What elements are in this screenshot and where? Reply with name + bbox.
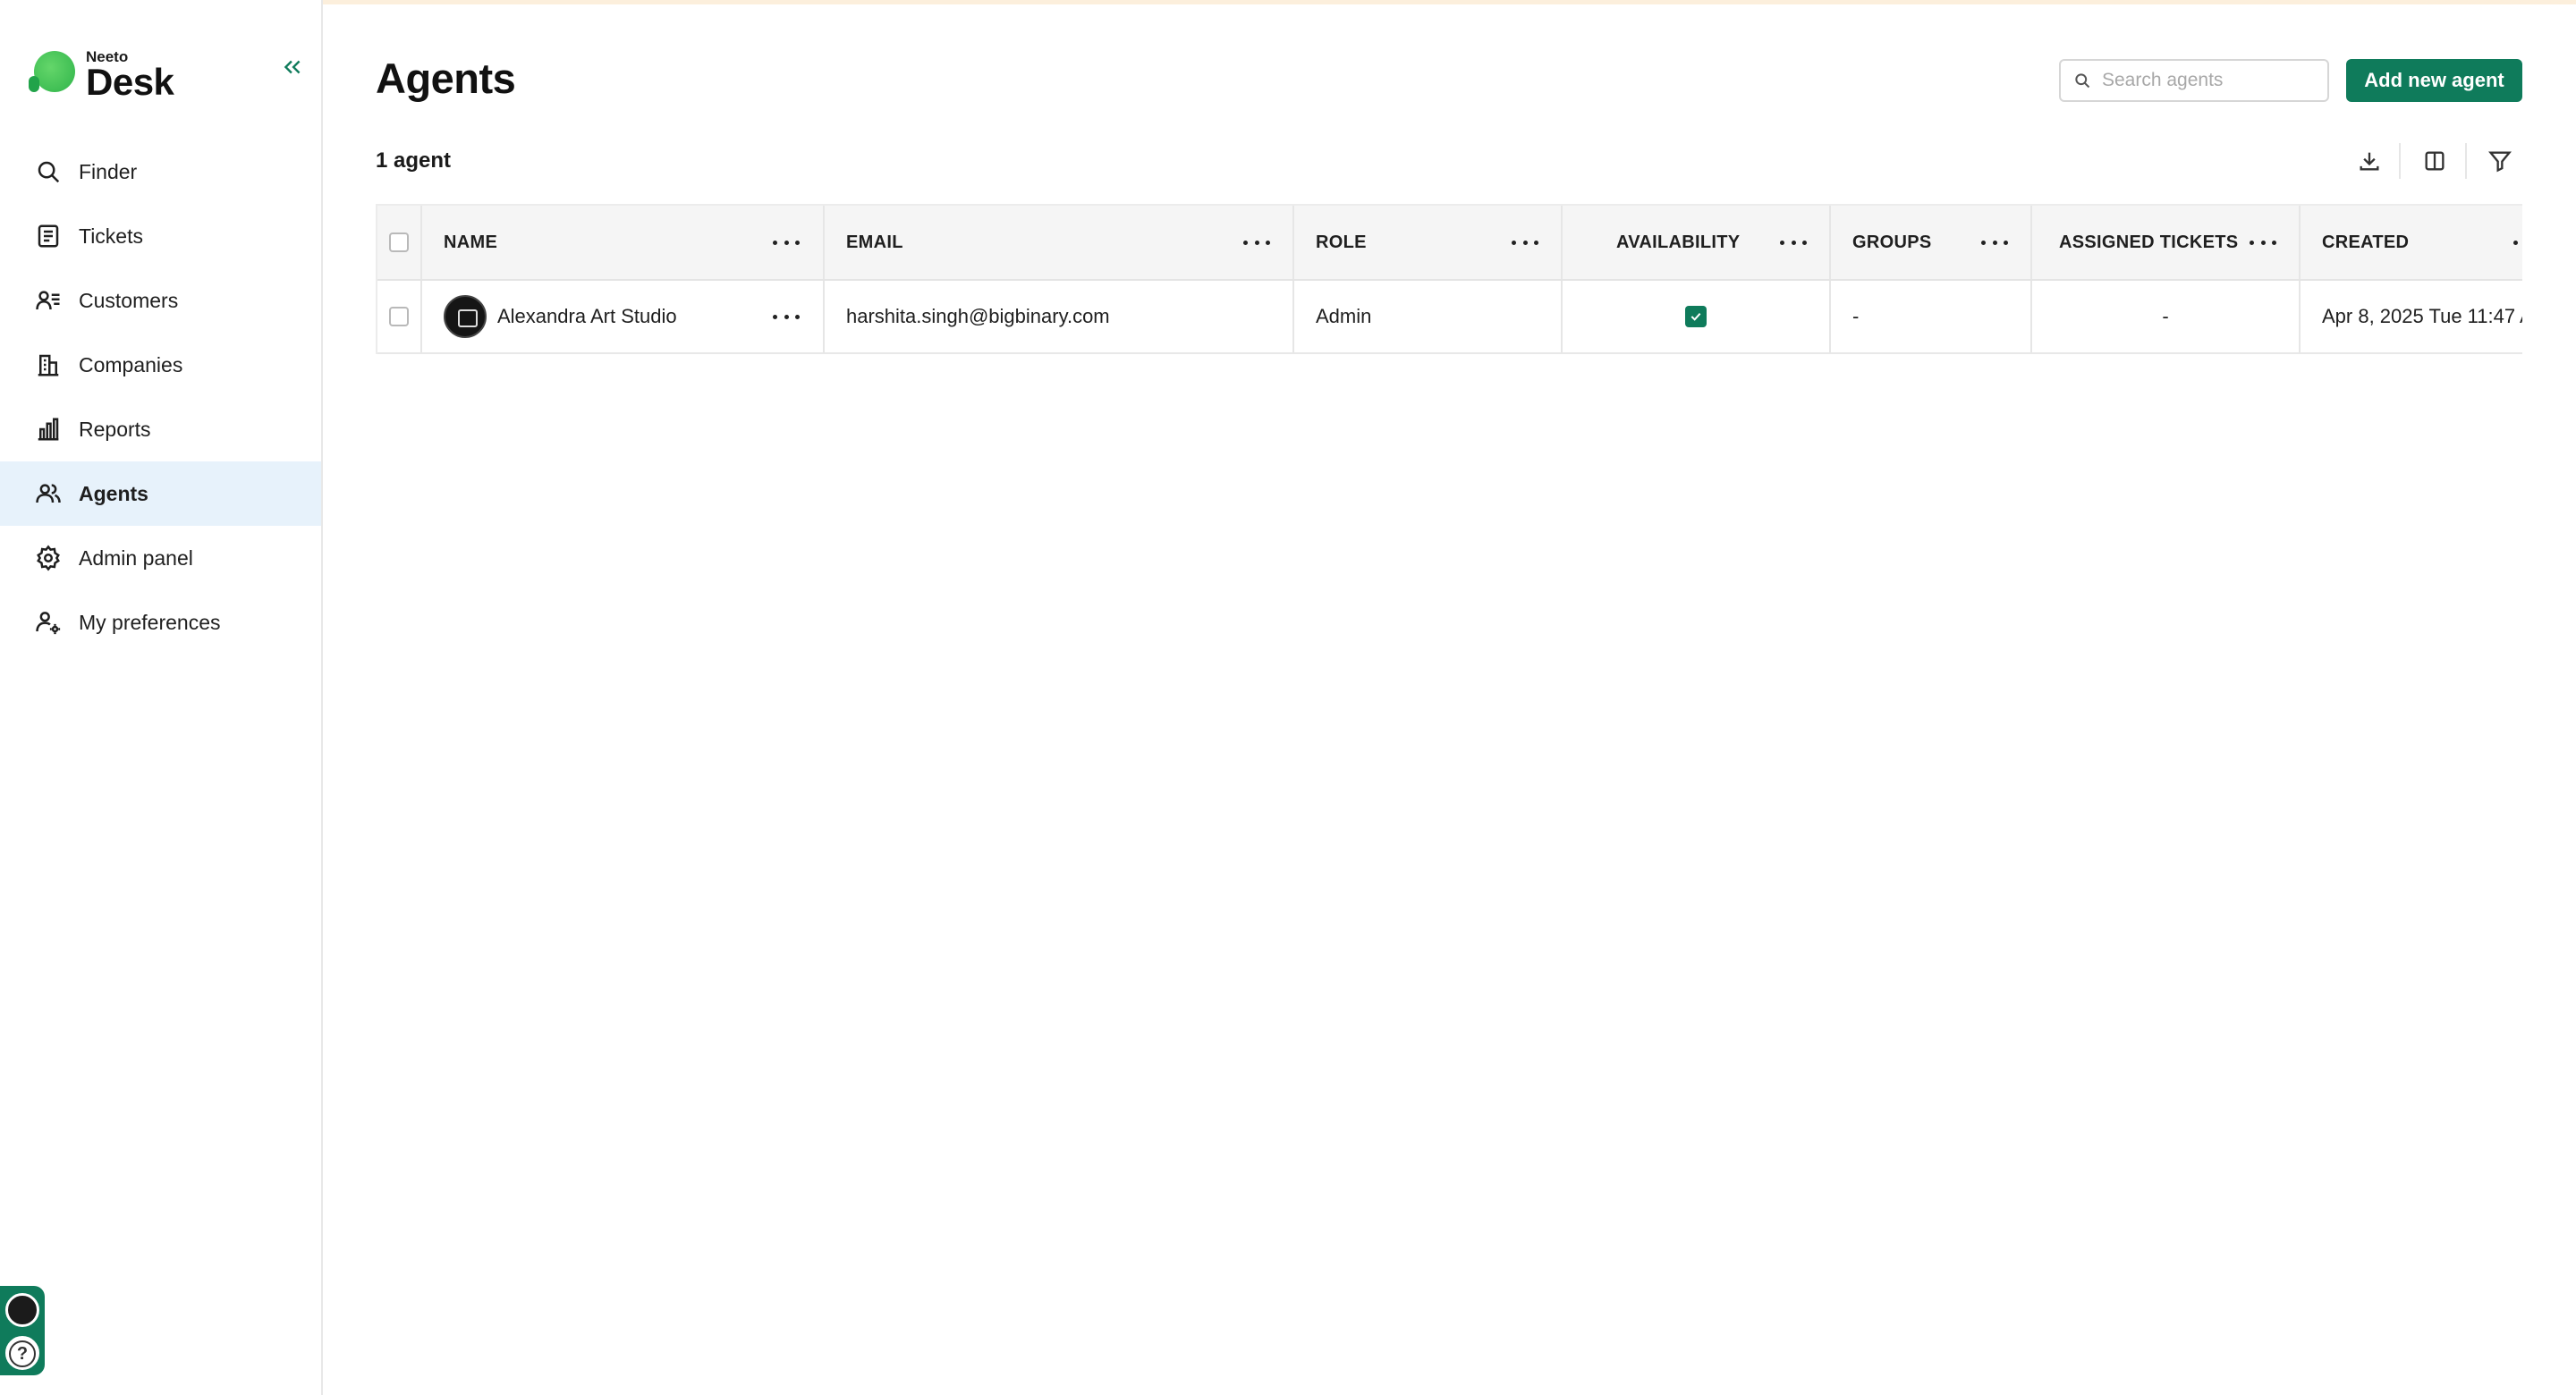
column-menu-button[interactable]: [773, 233, 800, 251]
neeto-logo-icon: [29, 51, 75, 92]
row-actions-button[interactable]: [773, 308, 800, 326]
agent-name[interactable]: Alexandra Art Studio: [497, 305, 677, 328]
top-accent-line: [0, 0, 2576, 4]
columns-icon: [2425, 151, 2445, 171]
search-input[interactable]: [2102, 70, 2317, 91]
toolbar-divider: [2465, 143, 2467, 179]
sidebar-item-label: Finder: [79, 159, 138, 183]
customers-icon: [34, 286, 63, 315]
help-button[interactable]: ?: [5, 1336, 39, 1370]
sidebar-item-label: Admin panel: [79, 545, 193, 570]
filter-button[interactable]: [2482, 143, 2518, 179]
column-header-created[interactable]: CREATED: [2301, 206, 2522, 279]
help-icon: ?: [9, 1340, 36, 1367]
page-title: Agents: [376, 55, 516, 102]
agent-assigned-tickets: -: [2162, 305, 2169, 327]
availability-checkbox[interactable]: [1685, 306, 1707, 327]
app-logo[interactable]: Neeto Desk: [29, 45, 174, 103]
agent-role: Admin: [1316, 305, 1372, 327]
sidebar-item-finder[interactable]: Finder: [0, 140, 321, 204]
column-header-assigned-tickets[interactable]: ASSIGNED TICKETS: [2032, 206, 2301, 279]
columns-button[interactable]: [2417, 143, 2453, 179]
cell-groups: -: [1831, 281, 2032, 352]
sidebar-item-label: Tickets: [79, 224, 143, 248]
sidebar-nav: Finder Tickets Customers Companies Repor…: [0, 140, 321, 655]
row-checkbox[interactable]: [389, 307, 409, 326]
collapse-sidebar-button[interactable]: [279, 55, 306, 82]
sidebar-item-label: Customers: [79, 288, 179, 312]
sidebar-item-label: My preferences: [79, 610, 221, 634]
cell-name: Alexandra Art Studio: [422, 281, 825, 352]
column-menu-button[interactable]: [1981, 233, 2008, 251]
sidebar-item-label: Companies: [79, 352, 183, 376]
download-button[interactable]: [2351, 143, 2387, 179]
column-menu-button[interactable]: [2250, 233, 2276, 251]
cell-created: Apr 8, 2025 Tue 11:47 AM: [2301, 281, 2522, 352]
agents-icon: [34, 479, 63, 508]
search-icon: [2075, 73, 2090, 89]
sidebar-item-reports[interactable]: Reports: [0, 397, 321, 461]
select-all-checkbox[interactable]: [389, 232, 409, 252]
column-menu-button[interactable]: [1780, 233, 1807, 251]
sidebar-item-admin-panel[interactable]: Admin panel: [0, 526, 321, 590]
logo-product-text: Desk: [86, 61, 174, 103]
tickets-icon: [34, 222, 63, 250]
sidebar-item-label: Reports: [79, 417, 151, 441]
cell-role: Admin: [1294, 281, 1563, 352]
column-menu-button[interactable]: [1243, 233, 1270, 251]
sidebar-item-companies[interactable]: Companies: [0, 333, 321, 397]
sidebar-item-customers[interactable]: Customers: [0, 268, 321, 333]
agent-created: Apr 8, 2025 Tue 11:47 AM: [2322, 305, 2522, 327]
sidebar-item-label: Agents: [79, 481, 148, 505]
sidebar-item-tickets[interactable]: Tickets: [0, 204, 321, 268]
bottom-dock: ?: [0, 1286, 45, 1375]
column-menu-button[interactable]: [1512, 233, 1538, 251]
add-new-agent-button[interactable]: Add new agent: [2346, 59, 2522, 102]
column-header-groups[interactable]: GROUPS: [1831, 206, 2032, 279]
column-header-email[interactable]: EMAIL: [825, 206, 1294, 279]
column-header-availability[interactable]: AVAILABILITY: [1563, 206, 1831, 279]
agent-count: 1 agent: [376, 148, 452, 173]
reports-icon: [34, 415, 63, 444]
profile-avatar[interactable]: [5, 1293, 39, 1327]
gear-icon: [34, 544, 63, 572]
column-menu-button[interactable]: [2513, 233, 2522, 251]
companies-icon: [34, 351, 63, 379]
column-header-name[interactable]: NAME: [422, 206, 825, 279]
download-icon: [2360, 152, 2379, 171]
cell-assigned-tickets: -: [2032, 281, 2301, 352]
sidebar-item-my-preferences[interactable]: My preferences: [0, 590, 321, 655]
avatar: [444, 295, 487, 338]
table-row[interactable]: Alexandra Art Studio harshita.singh@bigb…: [377, 281, 2522, 354]
search-box[interactable]: [2059, 59, 2329, 102]
column-header-role[interactable]: ROLE: [1294, 206, 1563, 279]
filter-icon: [2488, 151, 2512, 173]
agent-groups: -: [1852, 305, 1860, 327]
user-settings-icon: [34, 608, 63, 637]
agents-table: NAME EMAIL ROLE AVAILABILITY GROUPS ASSI…: [376, 204, 2522, 354]
table-header: NAME EMAIL ROLE AVAILABILITY GROUPS ASSI…: [377, 206, 2522, 281]
cell-availability: [1563, 281, 1831, 352]
chevrons-left-icon: [284, 60, 301, 74]
sidebar-item-agents[interactable]: Agents: [0, 461, 321, 526]
sidebar: Neeto Desk Finder Tickets Customers Comp…: [0, 0, 323, 1395]
cell-email: harshita.singh@bigbinary.com: [825, 281, 1294, 352]
agent-email: harshita.singh@bigbinary.com: [846, 305, 1110, 327]
search-icon: [34, 157, 63, 186]
checkmark-icon: [1690, 312, 1701, 321]
toolbar-divider: [2399, 143, 2401, 179]
